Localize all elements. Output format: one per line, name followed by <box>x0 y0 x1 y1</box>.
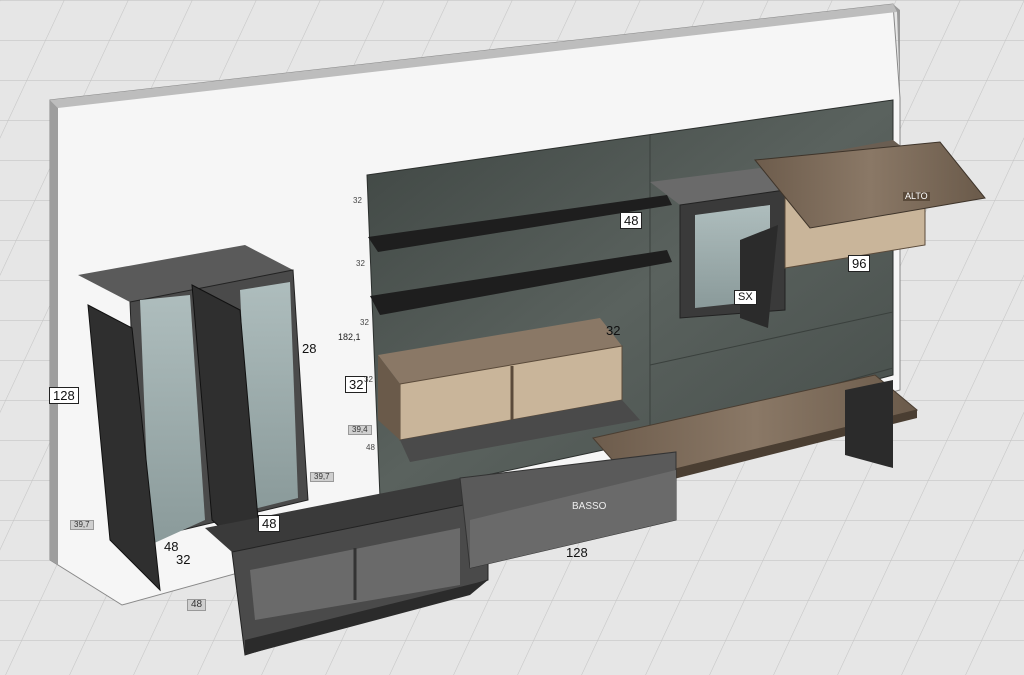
door-tag-sx: SX <box>734 290 757 305</box>
dim-misc-2: 48 <box>366 443 375 452</box>
dim-misc-3: 32 <box>364 375 373 384</box>
dim-shelf-width: 48 <box>620 212 643 229</box>
drawer-tag-basso: BASSO <box>572 501 607 512</box>
dim-top-cabinet-width: 96 <box>848 255 871 272</box>
dim-vitrine-depth: 28 <box>302 341 317 356</box>
dim-bridge-width: 32 <box>606 323 621 338</box>
dim-side-depth: 39,7 <box>310 472 334 482</box>
dim-shelf-height-1: 32 <box>353 196 362 205</box>
dim-shelf-height-2: 32 <box>356 259 365 268</box>
flap-tag-alto: ALTO <box>903 191 930 201</box>
dim-panel-total-height: 182,1 <box>338 332 361 342</box>
furniture-3d-viewport[interactable] <box>0 0 1024 675</box>
dim-misc-1: 39,4 <box>348 425 372 435</box>
dim-wall-height: 128 <box>49 387 79 404</box>
dim-left-depth: 39,7 <box>70 520 94 530</box>
dim-base-unit-width: 48 <box>187 599 207 611</box>
dim-base-unit-depth: 48 <box>258 515 281 532</box>
dim-vitrine-base-depth: 32 <box>176 552 191 567</box>
dim-lower-cabinet-width: 128 <box>566 545 588 560</box>
dim-shelf-height-3: 32 <box>360 318 369 327</box>
